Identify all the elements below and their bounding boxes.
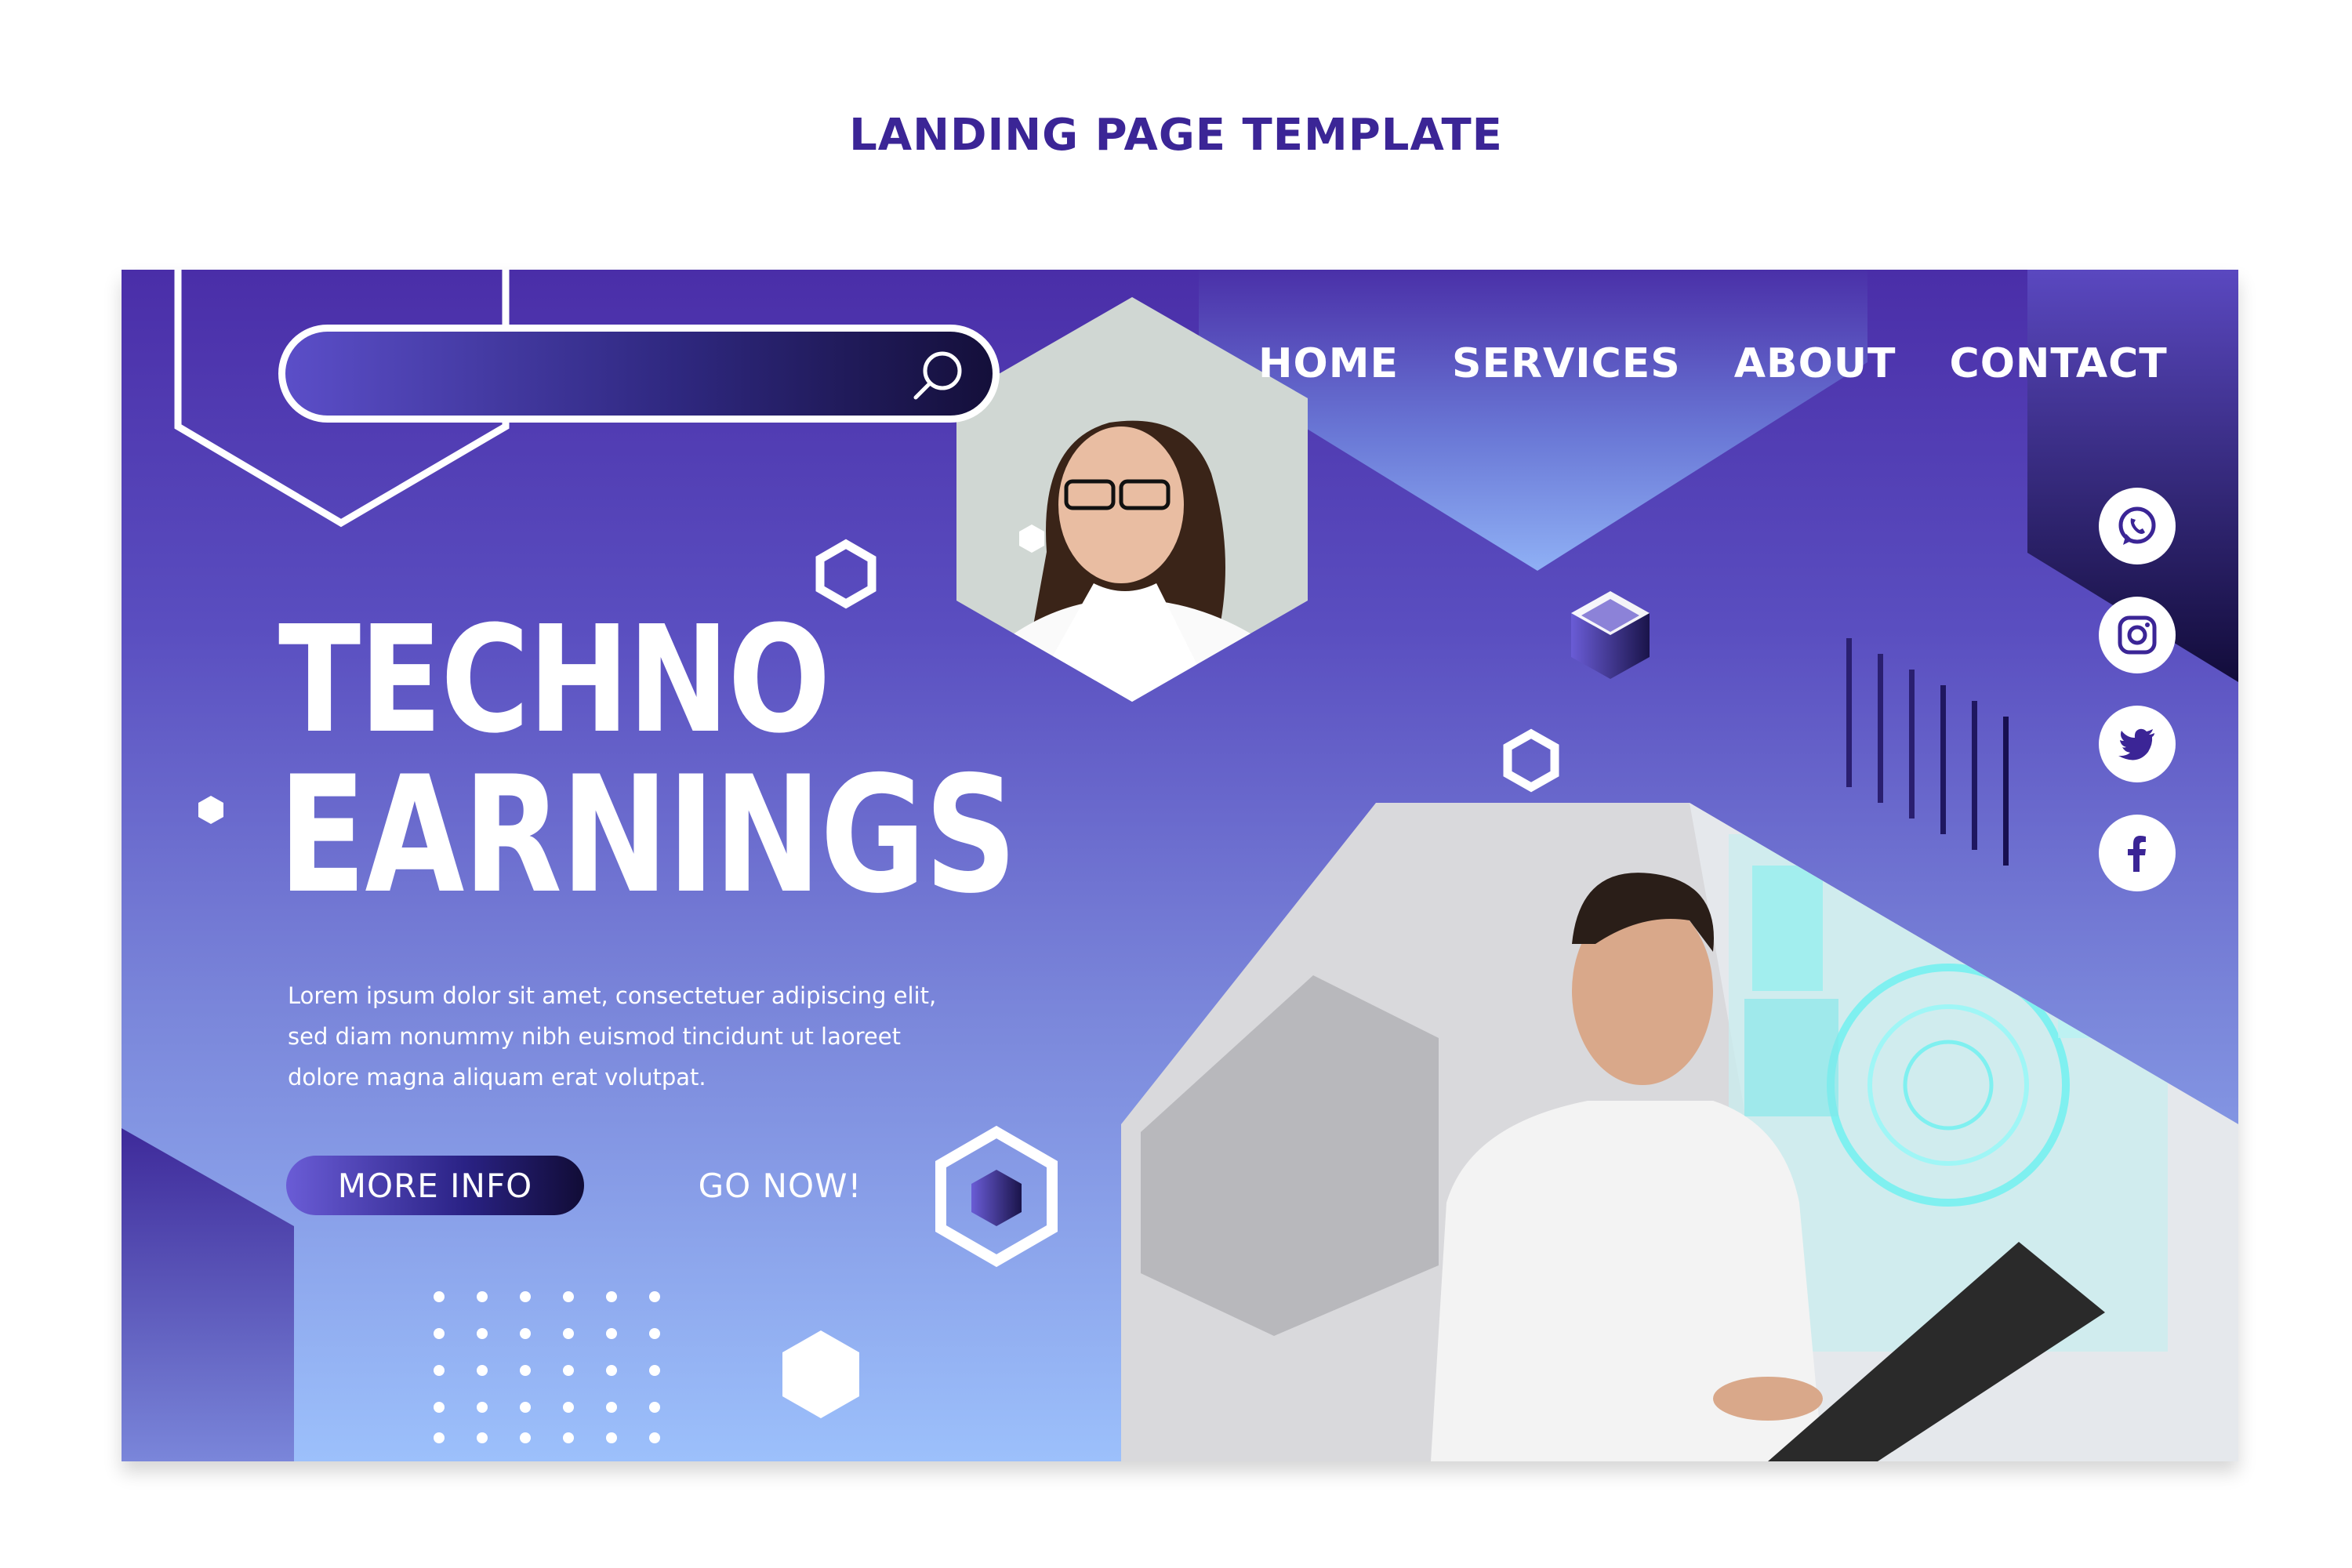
whatsapp-icon <box>2118 506 2156 545</box>
twitter-icon <box>2118 728 2154 760</box>
facebook-icon <box>2128 836 2146 872</box>
headline-line-2: EARNINGS <box>278 742 1017 929</box>
facebook-link[interactable] <box>2099 815 2176 891</box>
search-icon[interactable] <box>909 346 969 405</box>
instagram-link[interactable] <box>2099 597 2176 673</box>
main-nav: HOME SERVICES ABOUT CONTACT <box>1258 326 2168 401</box>
nav-services[interactable]: SERVICES <box>1452 340 1681 387</box>
bars-decoration <box>1846 638 2009 866</box>
hero-body-text: Lorem ipsum dolor sit amet, consectetuer… <box>288 982 937 1091</box>
nav-about[interactable]: ABOUT <box>1734 340 1896 387</box>
man-photo <box>1121 803 2238 1461</box>
nav-contact[interactable]: CONTACT <box>1950 340 2168 387</box>
instagram-icon <box>2118 615 2157 655</box>
headline-line-1: TECHNO <box>278 594 830 766</box>
search-bar[interactable] <box>278 325 1000 423</box>
go-now-button[interactable]: GO NOW! <box>686 1156 874 1215</box>
twitter-link[interactable] <box>2099 706 2176 782</box>
dot-grid-decoration <box>434 1291 660 1443</box>
more-info-button[interactable]: MORE INFO <box>286 1156 584 1215</box>
whatsapp-link[interactable] <box>2099 488 2176 564</box>
nav-home[interactable]: HOME <box>1258 340 1399 387</box>
hero-banner: HOME SERVICES ABOUT CONTACT TECHNO EARNI… <box>122 270 2238 1461</box>
page-title: LANDING PAGE TEMPLATE <box>849 110 1503 161</box>
